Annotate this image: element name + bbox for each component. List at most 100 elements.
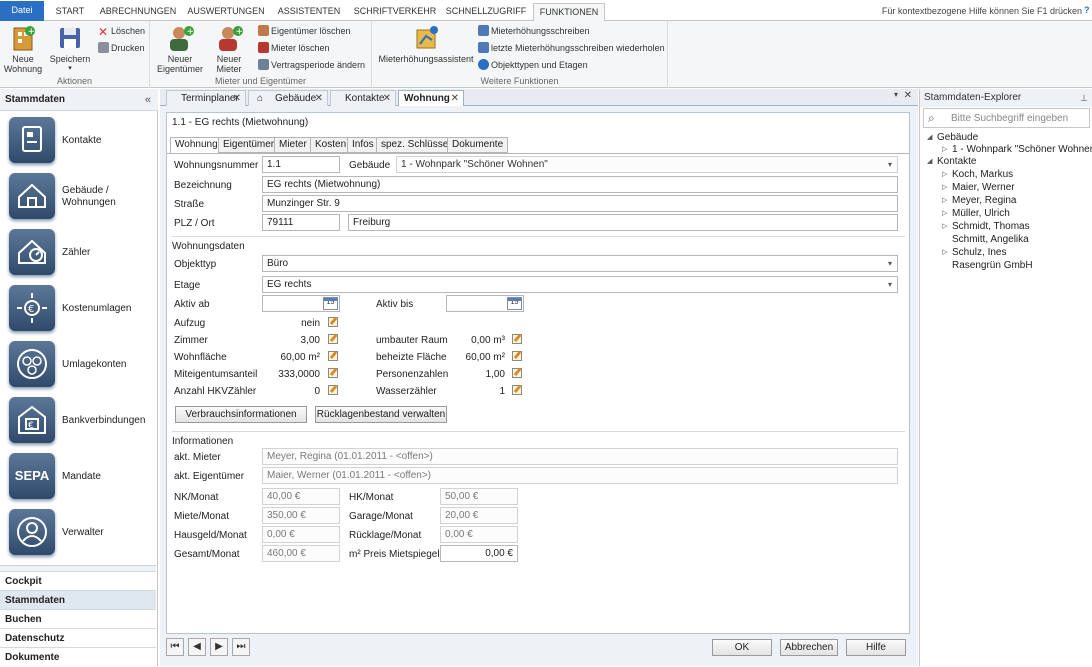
close-icon[interactable]: ✕ <box>904 90 912 101</box>
tree-expanded-icon[interactable]: ◢ <box>927 132 932 144</box>
tree-node-contact[interactable]: Müller, Ulrich <box>952 208 1010 220</box>
tree-collapsed-icon[interactable]: ▷ <box>942 195 947 207</box>
nav-zaehler[interactable]: Zähler <box>0 225 156 281</box>
nav-umlagekonten[interactable]: Umlagekonten <box>0 337 156 393</box>
last-record-icon[interactable]: ⏭ <box>232 638 250 656</box>
neue-wohnung-button[interactable]: + Neue Wohnung <box>2 24 44 74</box>
nav-verwalter[interactable]: Verwalter <box>0 505 156 561</box>
nav-buchen[interactable]: Buchen <box>0 609 156 628</box>
tree-collapsed-icon[interactable]: ▷ <box>942 144 947 156</box>
tab-kosten[interactable]: Kosten <box>310 137 352 153</box>
edit-icon[interactable] <box>512 385 522 395</box>
tab-abrechnungen[interactable]: ABRECHNUNGEN <box>96 3 180 21</box>
mieterhoehungsschreiben-button[interactable]: Mieterhöhungsschreiben <box>478 24 590 38</box>
edit-icon[interactable] <box>328 351 338 361</box>
explorer-search[interactable]: ⌕ Bitte Suchbegriff eingeben <box>923 108 1090 128</box>
doctab-wohnung[interactable]: Wohnung ✕ <box>398 90 464 106</box>
tree-collapsed-icon[interactable]: ▷ <box>942 208 947 220</box>
strasse-input[interactable]: Munzinger Str. 9 <box>262 195 898 212</box>
tree-expanded-icon[interactable]: ◢ <box>927 156 932 168</box>
plz-input[interactable]: 79111 <box>262 214 340 231</box>
drucken-button[interactable]: Drucken <box>98 41 145 55</box>
calendar-icon[interactable]: 15 <box>323 297 338 310</box>
tab-datei[interactable]: Datei <box>0 1 44 21</box>
doctab-gebaeude[interactable]: ⌂ Gebäude ✕ <box>248 90 328 106</box>
tab-infos[interactable]: Infos <box>347 137 379 153</box>
nav-cockpit[interactable]: Cockpit <box>0 571 156 590</box>
tab-menu-icon[interactable]: ▾ <box>894 90 898 99</box>
neuer-eigentuemer-button[interactable]: + Neuer Eigentümer <box>156 24 204 74</box>
objekttypen-button[interactable]: Objekttypen und Etagen <box>478 58 588 72</box>
edit-icon[interactable] <box>328 385 338 395</box>
tree-node-contact[interactable]: Meyer, Regina <box>952 195 1016 207</box>
wohnungsnummer-input[interactable]: 1.1 <box>262 156 340 173</box>
help-icon[interactable]: ? <box>1084 5 1092 15</box>
tree-node-contact[interactable]: Schulz, Ines <box>952 247 1006 259</box>
letzte-mieterhoehungsschreiben-button[interactable]: letzte Mieterhöhungsschreiben wiederhole… <box>478 41 665 55</box>
tab-mieter[interactable]: Mieter <box>274 137 312 153</box>
doctab-kontakte[interactable]: Kontakte ✕ <box>330 90 396 106</box>
tab-schriftverkehr[interactable]: SCHRIFTVERKEHR <box>350 3 440 21</box>
tab-eigentuemer[interactable]: Eigentümer <box>218 137 280 153</box>
tab-auswertungen[interactable]: AUSWERTUNGEN <box>184 3 268 21</box>
tab-schnellzugriff[interactable]: SCHNELLZUGRIFF <box>444 3 528 21</box>
tab-start[interactable]: START <box>48 3 92 21</box>
nav-kontakte[interactable]: Kontakte <box>0 113 156 169</box>
tree-collapsed-icon[interactable]: ▷ <box>942 182 947 194</box>
nav-gebaeude-wohnungen[interactable]: Gebäude / Wohnungen <box>0 169 156 225</box>
tree-node-contact[interactable]: Schmidt, Thomas <box>952 221 1030 233</box>
tree-node-kontakte[interactable]: Kontakte <box>937 156 976 168</box>
next-record-icon[interactable]: ▶ <box>210 638 228 656</box>
close-icon[interactable]: ✕ <box>233 91 241 106</box>
bezeichnung-input[interactable]: EG rechts (Mietwohnung) <box>262 176 898 193</box>
ok-button[interactable]: OK <box>712 639 772 656</box>
tab-wohnung[interactable]: Wohnung <box>170 137 223 154</box>
edit-icon[interactable] <box>328 368 338 378</box>
loeschen-button[interactable]: ✕ Löschen <box>98 24 145 38</box>
speichern-button[interactable]: Speichern ▾ <box>48 24 92 74</box>
tree-collapsed-icon[interactable]: ▷ <box>942 247 947 259</box>
edit-icon[interactable] <box>512 334 522 344</box>
vertragsperiode-button[interactable]: Vertragsperiode ändern <box>258 58 365 72</box>
mieter-loeschen-button[interactable]: Mieter löschen <box>258 41 330 55</box>
mieterhoehungsassistent-button[interactable]: Mieterhöhungsassistent <box>378 24 474 64</box>
ruecklagenbestand-button[interactable]: Rücklagenbestand verwalten <box>315 406 447 423</box>
previous-record-icon[interactable]: ◀ <box>188 638 206 656</box>
tree-node-contact[interactable]: Koch, Markus <box>952 169 1013 181</box>
tree-node-gebaeude[interactable]: Gebäude <box>937 132 978 144</box>
pin-icon[interactable]: ⊥ <box>1080 89 1088 107</box>
close-icon[interactable]: ✕ <box>451 91 459 106</box>
edit-icon[interactable] <box>328 317 338 327</box>
ort-input[interactable]: Freiburg <box>348 214 898 231</box>
edit-icon[interactable] <box>328 334 338 344</box>
tab-funktionen[interactable]: FUNKTIONEN <box>533 3 605 22</box>
nav-mandate[interactable]: SEPA Mandate <box>0 449 156 505</box>
nav-kostenumlagen[interactable]: € Kostenumlagen <box>0 281 156 337</box>
calendar-icon[interactable]: 15 <box>507 297 522 310</box>
qm-preis-input[interactable]: 0,00 € <box>440 545 518 562</box>
edit-icon[interactable] <box>512 368 522 378</box>
tree-node-contact[interactable]: Maier, Werner <box>952 182 1015 194</box>
tree-collapsed-icon[interactable]: ▷ <box>942 221 947 233</box>
doctab-terminplaner[interactable]: Terminplaner ✕ <box>166 90 246 106</box>
close-icon[interactable]: ✕ <box>315 91 323 106</box>
objekttyp-select[interactable]: Büro ▾ <box>262 255 898 272</box>
verbrauchsinformationen-button[interactable]: Verbrauchsinformationen <box>175 406 307 423</box>
hilfe-button[interactable]: Hilfe <box>846 639 906 656</box>
tab-spez-schluessel[interactable]: spez. Schlüssel <box>376 137 456 153</box>
edit-icon[interactable] <box>512 351 522 361</box>
eigentuemer-loeschen-button[interactable]: Eigentümer löschen <box>258 24 351 38</box>
etage-select[interactable]: EG rechts ▾ <box>262 276 898 293</box>
tree-node-contact[interactable]: Rasengrün GmbH <box>952 260 1033 272</box>
nav-bankverbindungen[interactable]: € Bankverbindungen <box>0 393 156 449</box>
tab-assistenten[interactable]: ASSISTENTEN <box>272 3 346 21</box>
nav-datenschutz[interactable]: Datenschutz <box>0 628 156 647</box>
abbrechen-button[interactable]: Abbrechen <box>780 639 838 656</box>
tree-collapsed-icon[interactable]: ▷ <box>942 169 947 181</box>
first-record-icon[interactable]: ⏮ <box>166 638 184 656</box>
neuer-mieter-button[interactable]: + Neuer Mieter <box>208 24 250 74</box>
collapse-icon[interactable]: « <box>145 89 151 111</box>
tree-node-building[interactable]: 1 - Wohnpark "Schöner Wohnen" <box>952 144 1092 156</box>
nav-dokumente[interactable]: Dokumente <box>0 647 156 666</box>
tab-dokumente[interactable]: Dokumente <box>447 137 509 153</box>
